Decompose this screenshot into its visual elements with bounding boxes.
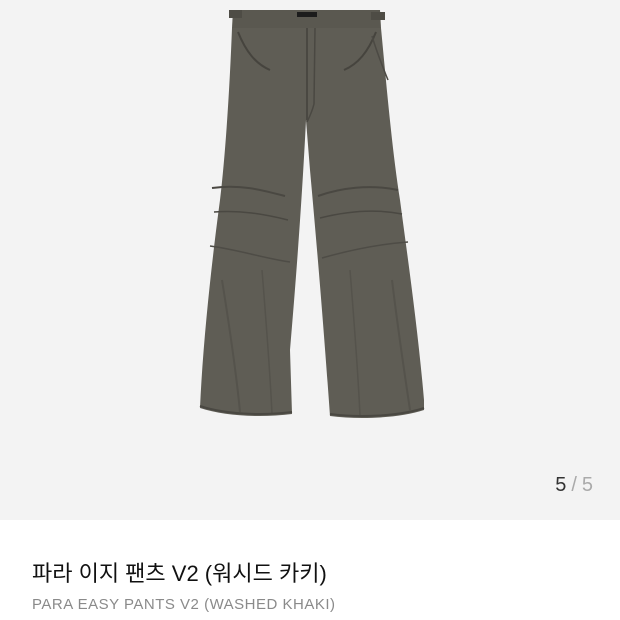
product-image-gallery[interactable]: 5/5 — [0, 0, 620, 520]
product-subtitle: PARA EASY PANTS V2 (WASHED KHAKI) — [32, 596, 336, 613]
product-title: 파라 이지 팬츠 V2 (워시드 카키) — [32, 561, 327, 586]
image-counter-total: 5 — [581, 474, 594, 496]
image-counter-current: 5 — [555, 474, 568, 496]
image-counter: 5/5 — [555, 474, 594, 497]
product-photo-pants[interactable] — [0, 0, 620, 520]
image-counter-separator: / — [571, 474, 578, 496]
